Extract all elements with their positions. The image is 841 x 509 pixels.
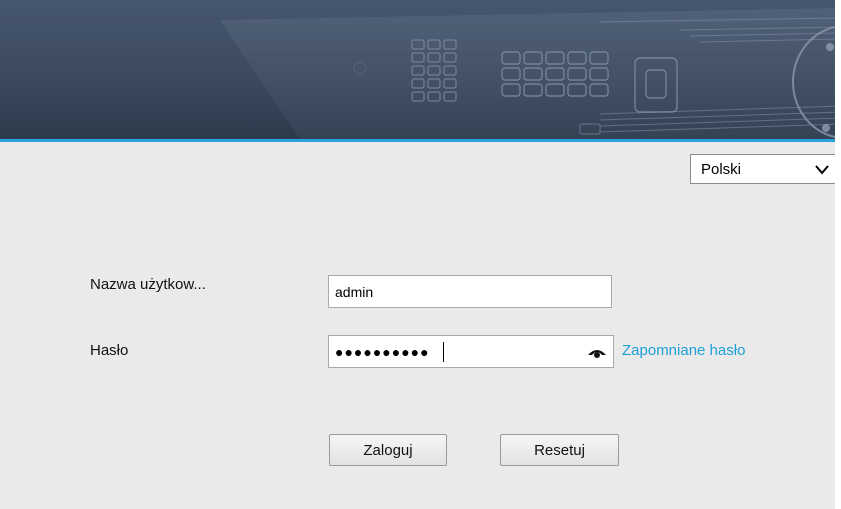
login-button[interactable]: Zaloguj	[329, 434, 447, 466]
password-label: Hasło	[90, 342, 129, 359]
username-label: Nazwa użytkow...	[90, 276, 206, 293]
dvr-device-image	[220, 8, 841, 139]
reset-button[interactable]: Resetuj	[500, 434, 619, 466]
language-select[interactable]: Polski	[690, 154, 840, 184]
language-selected-value: Polski	[701, 161, 742, 178]
eye-icon[interactable]	[587, 345, 607, 359]
header-banner	[0, 0, 841, 139]
username-value: admin	[335, 284, 374, 300]
username-input[interactable]: admin	[328, 275, 612, 308]
chevron-down-icon	[815, 165, 829, 175]
password-value: ●●●●●●●●●●	[335, 344, 430, 360]
forgot-password-link[interactable]: Zapomniane hasło	[622, 342, 745, 359]
password-input[interactable]: ●●●●●●●●●●	[328, 335, 614, 368]
text-caret	[443, 342, 444, 362]
window-edge	[835, 0, 841, 509]
